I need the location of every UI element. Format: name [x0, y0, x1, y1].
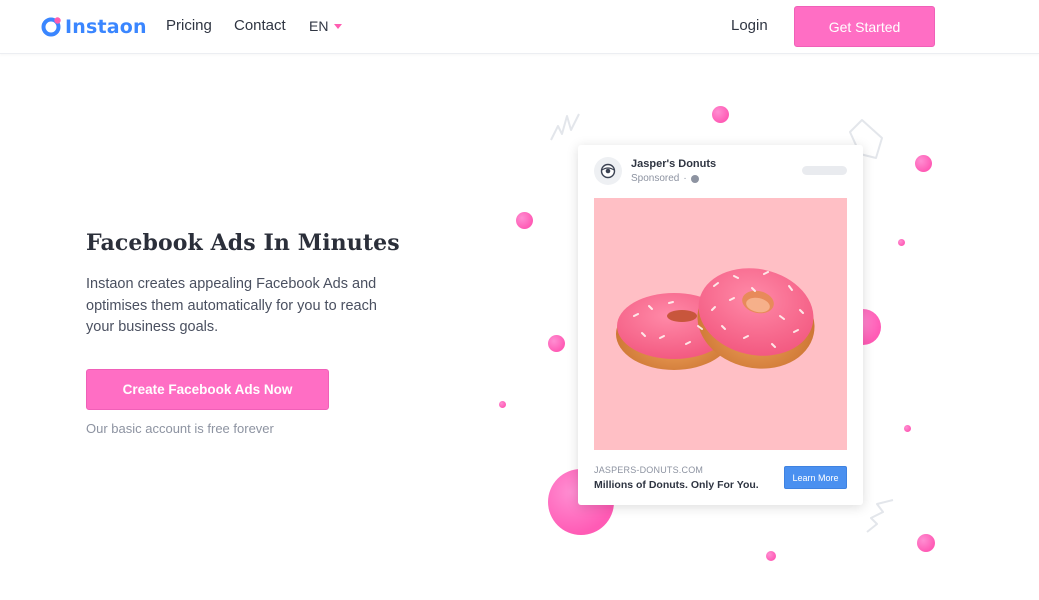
brand-name: Instaon [65, 16, 147, 38]
nav-link-contact[interactable]: Contact [234, 17, 286, 34]
ad-options-placeholder [802, 166, 847, 175]
donut-avatar-icon [594, 157, 622, 185]
decorative-dot [898, 239, 905, 246]
decorative-dot [499, 401, 506, 408]
sparkle-decoration [866, 499, 894, 533]
decorative-dot [915, 155, 932, 172]
get-started-button[interactable]: Get Started [794, 6, 935, 47]
donuts-image [594, 198, 847, 450]
learn-more-button[interactable]: Learn More [784, 466, 847, 489]
ad-headline: Millions of Donuts. Only For You. [594, 479, 759, 491]
login-link[interactable]: Login [731, 17, 768, 34]
decorative-dot [917, 534, 935, 552]
top-navigation: Instaon Pricing Contact EN Login Get Sta… [0, 0, 1039, 54]
nav-link-pricing[interactable]: Pricing [166, 17, 212, 34]
language-selector[interactable]: EN [309, 18, 343, 34]
ad-page-name: Jasper's Donuts [631, 158, 717, 170]
hero-description: Instaon creates appealing Facebook Ads a… [86, 276, 377, 335]
separator-dot: · [683, 173, 687, 184]
facebook-ad-preview: Jasper's Donuts Sponsored · JASPERS-DONU… [578, 145, 863, 505]
ad-domain: JASPERS-DONUTS.COM [594, 465, 704, 475]
decorative-dot [712, 106, 729, 123]
decorative-dot [766, 551, 776, 561]
create-facebook-ads-button[interactable]: Create Facebook Ads Now [86, 369, 329, 410]
logo-icon [40, 16, 62, 38]
ad-sponsored-label: Sponsored · [631, 173, 699, 184]
globe-icon [690, 174, 699, 183]
hero-title: Facebook Ads In Minutes [86, 230, 400, 256]
sparkle-decoration [550, 113, 580, 141]
language-label: EN [309, 18, 329, 34]
decorative-dot [548, 335, 565, 352]
language-caret-icon [334, 23, 343, 29]
sponsored-text: Sponsored [631, 173, 680, 184]
decorative-dot [904, 425, 911, 432]
brand-logo[interactable]: Instaon [40, 13, 147, 41]
free-account-note: Our basic account is free forever [86, 421, 274, 436]
decorative-dot [516, 212, 533, 229]
